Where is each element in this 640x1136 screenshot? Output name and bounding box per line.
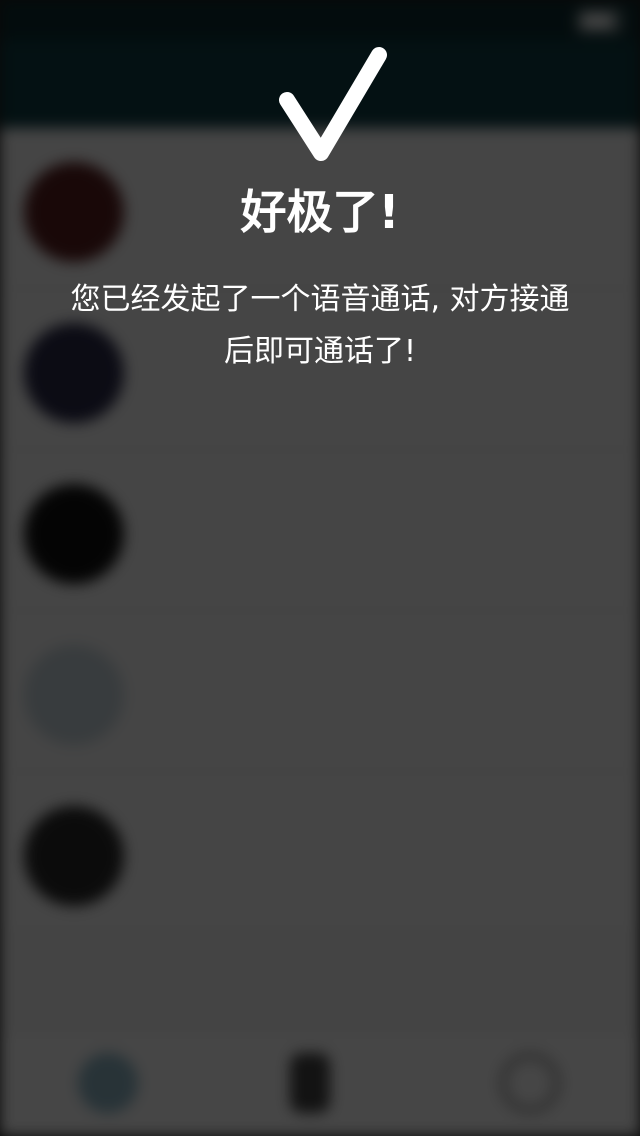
checkmark-icon	[279, 47, 387, 161]
dialog-message: 您已经发起了一个语音通话, 对方接通 后即可通话了!	[60, 274, 580, 378]
dialog-message-line1: 您已经发起了一个语音通话, 对方接通	[70, 282, 570, 317]
dialog-title: 好极了!	[240, 185, 400, 239]
success-overlay[interactable]: 好极了! 您已经发起了一个语音通话, 对方接通 后即可通话了!	[0, 0, 640, 1136]
dialog-message-line2: 后即可通话了!	[223, 334, 417, 369]
